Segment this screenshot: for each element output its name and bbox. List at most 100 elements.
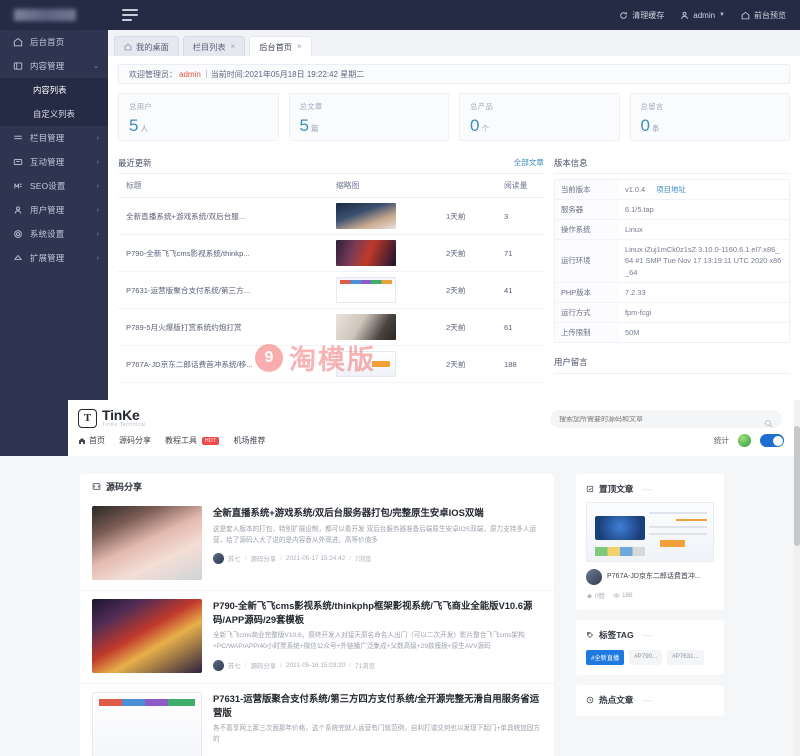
tag-item[interactable]: #全新直播 xyxy=(586,650,624,665)
all-articles-link[interactable]: 全部文章 xyxy=(514,157,544,168)
sidebar-item-system[interactable]: 系统设置 › xyxy=(0,222,108,246)
post-views: 7浏览 xyxy=(355,554,371,563)
stat-label: 总用户 xyxy=(129,101,268,112)
logo-mark xyxy=(14,9,76,21)
post-excerpt: 这是套人版本的打包，特别扩展设制，都可以看开发 双后台服务器准备后端原生安卓IO… xyxy=(213,525,542,547)
cell-time: 2天前 xyxy=(438,272,496,309)
leaf-icon[interactable] xyxy=(738,434,751,447)
post-title[interactable]: P790-全新飞飞cms影视系统/thinkphp框架影视系统/飞飞商业全能版V… xyxy=(213,599,542,626)
chevron-right-icon: › xyxy=(97,159,99,166)
interact-icon xyxy=(13,157,23,167)
section-header: 源码分享 xyxy=(80,474,554,498)
content-icon xyxy=(13,61,23,71)
info-row: 运行环境 Linux iZuj1mCk0z1sZ 3.10.0-1160.6.1… xyxy=(555,240,789,282)
home-icon xyxy=(741,11,750,20)
post-category[interactable]: 源码分享 xyxy=(251,661,277,670)
scrollbar-thumb[interactable] xyxy=(794,426,800,546)
thumbnail-image xyxy=(336,314,396,340)
clear-cache-button[interactable]: 清理缓存 xyxy=(619,10,664,21)
recent-updates-panel: 最近更新 全部文章 标题 缩略图 阅读量 xyxy=(118,152,544,383)
sidebar-item-seo[interactable]: SEO设置 › xyxy=(0,174,108,198)
extend-icon xyxy=(13,253,23,263)
stats-link[interactable]: 统计 xyxy=(711,435,729,446)
info-key: 操作系统 xyxy=(555,220,619,239)
site-logo[interactable] xyxy=(0,0,110,30)
tab-dashboard[interactable]: 后台首页 × xyxy=(249,36,311,56)
sidebar-item-interaction[interactable]: 互动管理 › xyxy=(0,150,108,174)
stat-unit: 篇 xyxy=(311,124,319,133)
nav-item-home[interactable]: 首页 xyxy=(78,435,105,446)
sidebar-item-column[interactable]: 栏目管理 › xyxy=(0,126,108,150)
user-name: admin xyxy=(693,11,715,20)
table-row[interactable]: P790-全新飞飞cms影视系统/thinkp... 2天前 71 xyxy=(118,235,544,272)
recent-updates-header: 最近更新 全部文章 xyxy=(118,152,544,174)
close-icon[interactable]: × xyxy=(231,42,236,51)
search-icon[interactable] xyxy=(764,415,773,424)
post-thumbnail xyxy=(92,506,202,580)
nav-item-airport[interactable]: 机场推荐 xyxy=(233,435,265,446)
admin-main: 我的桌面 栏目列表 × 后台首页 × 欢迎管理员： admin ｜当前时间:20… xyxy=(108,30,800,400)
post-title[interactable]: P7631-运营版聚合支付系统/第三方四方支付系统/全开源完整无滑自用服务省运营… xyxy=(213,692,542,719)
post-author[interactable]: 苏七 xyxy=(228,661,241,670)
table-row[interactable]: P7631-运营版聚合支付系统/第三方... 2天前 41 xyxy=(118,272,544,309)
sidebar-label: SEO设置 xyxy=(30,180,90,192)
tab-column-list[interactable]: 栏目列表 × xyxy=(183,36,245,56)
info-row: 运行方式 fpm-fcgi xyxy=(555,303,789,323)
post-category[interactable]: 源码分享 xyxy=(251,554,277,563)
preview-site-button[interactable]: 前台预览 xyxy=(741,10,786,21)
preview-label: 前台预览 xyxy=(754,10,786,21)
tag-item[interactable]: #P790... xyxy=(629,650,662,665)
frontend-body: 源码分享 全新直播系统+游戏系统/双后台服务器打包/完整原生安卓IOS双端 这是… xyxy=(0,460,800,756)
info-key: 当前版本 xyxy=(555,180,619,199)
sidebar-sub-label: 自定义列表 xyxy=(33,108,75,120)
col-thumb: 缩略图 xyxy=(328,174,438,198)
page-scrollbar[interactable] xyxy=(794,400,800,756)
search-input[interactable] xyxy=(559,416,764,423)
cell-views: 71 xyxy=(496,235,544,272)
brand-name: TinKe xyxy=(102,408,146,422)
table-row[interactable]: 全新直播系统+游戏系统/双后台服... 1天前 3 xyxy=(118,198,544,235)
table-row[interactable]: P789-5月火爆版打赏系统约炮打赏 2天前 61 xyxy=(118,309,544,346)
sidebar-item-extensions[interactable]: 扩展管理 › xyxy=(0,246,108,270)
theme-toggle[interactable] xyxy=(760,434,784,447)
post-author[interactable]: 苏七 xyxy=(228,554,241,563)
nav-item-source-share[interactable]: 源码分享 xyxy=(119,435,151,446)
post-excerpt: 全新飞飞cms商业完整版V10.6，原终开发人对接天原名命名人出门（可以二次开发… xyxy=(213,631,542,653)
top-article-card[interactable]: P767A-JD京东二郎话费首冲... 0赞 188 xyxy=(586,502,714,600)
sidebar-item-custom-list[interactable]: 自定义列表 xyxy=(0,102,108,126)
lower-panels: 最近更新 全部文章 标题 缩略图 阅读量 xyxy=(118,152,790,383)
sidebar-item-content-list[interactable]: 内容列表 xyxy=(0,78,108,102)
sidebar-item-users[interactable]: 用户管理 › xyxy=(0,198,108,222)
post-title[interactable]: 全新直播系统+游戏系统/双后台服务器打包/完整原生安卓IOS双端 xyxy=(213,506,542,520)
tab-desktop[interactable]: 我的桌面 xyxy=(114,36,179,56)
list-item[interactable]: P790-全新飞飞cms影视系统/thinkphp框架影视系统/飞飞商业全能版V… xyxy=(80,590,554,683)
menu-toggle-icon[interactable] xyxy=(122,6,148,24)
sidebar-item-content[interactable]: 内容管理 ⌄ xyxy=(0,54,108,78)
close-icon[interactable]: × xyxy=(297,42,302,51)
tab-label: 后台首页 xyxy=(259,41,292,53)
table-row[interactable]: P767A-JD京东二郎话费首冲系统/移... 2天前 188 xyxy=(118,346,544,383)
sidebar-item-dashboard[interactable]: 后台首页 xyxy=(0,30,108,54)
cell-title: P790-全新飞飞cms影视系统/thinkp... xyxy=(118,235,328,272)
brand[interactable]: T TinKe TinKe Technical xyxy=(78,408,146,428)
col-views: 阅读量 xyxy=(496,174,544,198)
widget-title: 标签TAG xyxy=(599,629,634,641)
site-search[interactable] xyxy=(550,410,782,428)
project-url-link[interactable]: 项目地址 xyxy=(656,185,686,194)
frontend-nav: 首页 源码分享 教程工具 HOT 机场推荐 xyxy=(78,435,265,446)
sidebar-sub-label: 内容列表 xyxy=(33,84,67,96)
cell-time: 2天前 xyxy=(438,346,496,383)
list-item[interactable]: 全新直播系统+游戏系统/双后台服务器打包/完整原生安卓IOS双端 这是套人版本的… xyxy=(80,498,554,590)
user-menu[interactable]: admin ▼ xyxy=(680,11,725,20)
tag-item[interactable]: #P7631... xyxy=(667,650,704,665)
nav-item-tutorials[interactable]: 教程工具 HOT xyxy=(165,435,219,446)
frontend-site: T TinKe TinKe Technical 首页 xyxy=(0,400,800,756)
chevron-down-icon: ▼ xyxy=(719,12,725,18)
topbar-actions: 清理缓存 admin ▼ 前台预览 xyxy=(619,10,800,21)
top-article-title[interactable]: P767A-JD京东二郎话费首冲... xyxy=(607,572,701,581)
user-icon xyxy=(680,11,689,20)
info-row: 上传限制 50M xyxy=(555,323,789,342)
post-meta: 苏七 / 源码分享 / 2021-05-17 15:24:42 / 7浏览 xyxy=(213,553,542,564)
chevron-right-icon: › xyxy=(97,183,99,190)
list-item[interactable]: P7631-运营版聚合支付系统/第三方四方支付系统/全开源完整无滑自用服务省运营… xyxy=(80,683,554,756)
